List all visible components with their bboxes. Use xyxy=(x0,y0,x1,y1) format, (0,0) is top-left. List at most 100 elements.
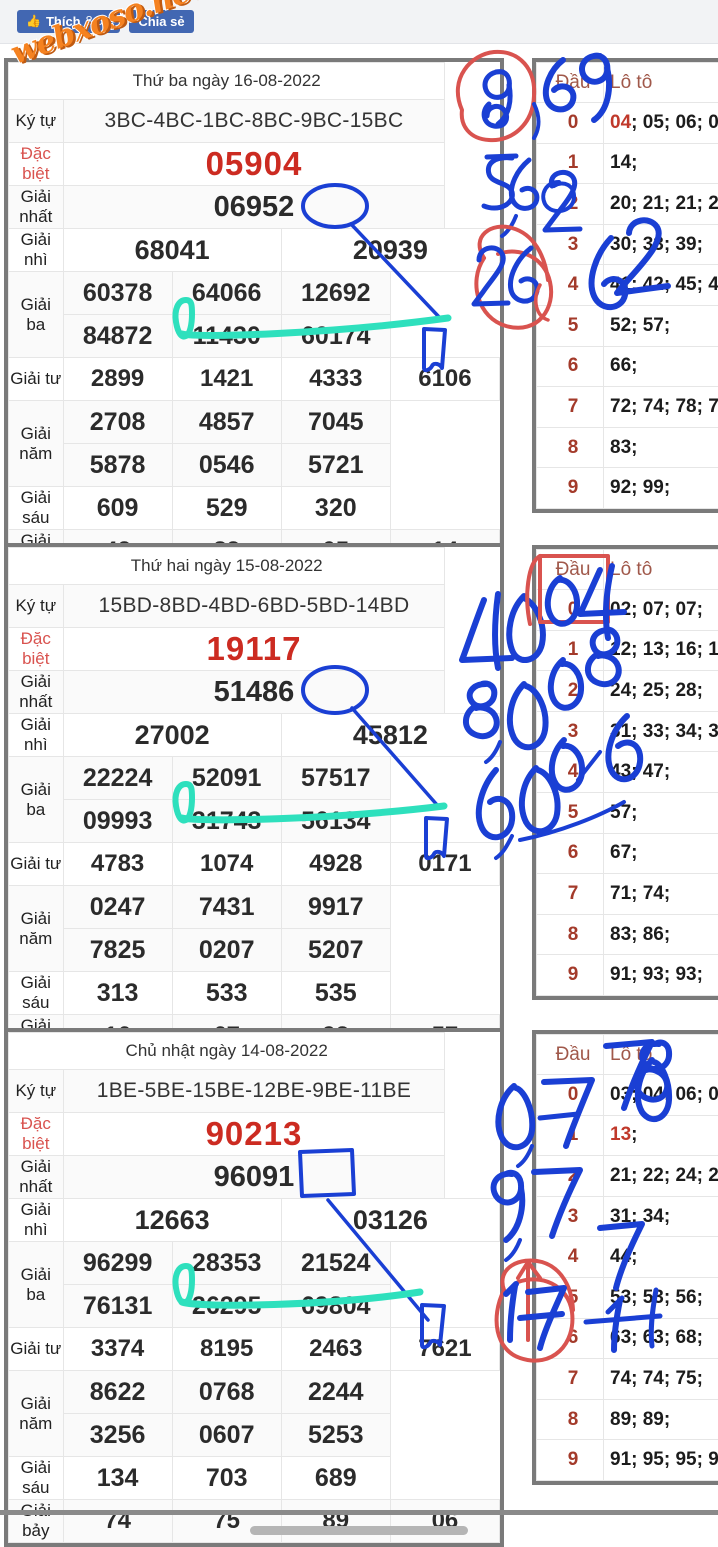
table-row: Thứ hai ngày 15-08-2022 xyxy=(9,548,500,585)
row-label-giaitu: Giải tư xyxy=(9,843,64,886)
loto-header-loto: Lô tô xyxy=(604,1035,718,1075)
giaiba-value: 84872 xyxy=(63,315,172,358)
kytu-value: 1BE-5BE-15BE-12BE-9BE-11BE xyxy=(63,1070,445,1113)
loto-row: 112; 13; 16; 1 xyxy=(537,630,718,671)
loto-row: 331; 33; 34; 3 xyxy=(537,711,718,752)
row-label-giainam: Giải năm xyxy=(9,1371,64,1457)
table-row: Giải tư2899142143336106 xyxy=(9,358,500,401)
loto-values: 71; 74; xyxy=(604,874,718,915)
row-label-giaisau: Giải sáu xyxy=(9,1457,64,1500)
loto-values: 41; 42; 45; 4 xyxy=(604,265,718,306)
giaibay-value: 75 xyxy=(172,1500,281,1543)
table-row: Thứ ba ngày 16-08-2022 xyxy=(9,63,500,100)
giaisau-value: 313 xyxy=(63,972,172,1015)
giaiba-value: 12692 xyxy=(281,272,390,315)
loto-row: 002; 07; 07; xyxy=(537,590,718,631)
giainam-value: 7045 xyxy=(281,401,390,444)
table-row: 325606075253 xyxy=(9,1414,500,1457)
horizontal-scrollbar-thumb[interactable] xyxy=(250,1526,468,1535)
giaiba-value: 52091 xyxy=(172,757,281,800)
giainhi-value: 68041 xyxy=(63,229,281,272)
loto-header-dau: Đầu xyxy=(537,550,604,590)
loto-values: 67; xyxy=(604,833,718,874)
table-row: Ký tự3BC-4BC-1BC-8BC-9BC-15BC xyxy=(9,100,500,143)
row-label-giainam: Giải năm xyxy=(9,886,64,972)
giaisau-value: 529 xyxy=(172,487,281,530)
loto-dau: 6 xyxy=(537,1318,604,1359)
thumbs-up-icon: 👍 xyxy=(26,15,41,27)
giaibay-value: 06 xyxy=(390,1500,499,1543)
row-label-giaisau: Giải sáu xyxy=(9,972,64,1015)
loto-row: 553; 53; 56; xyxy=(537,1277,718,1318)
loto-dau: 3 xyxy=(537,1196,604,1237)
table-row: 099933174356134 xyxy=(9,800,500,843)
giaiba-value: 11430 xyxy=(172,315,281,358)
loto-values: 74; 74; 75; xyxy=(604,1359,718,1400)
loto-values: 92; 99; xyxy=(604,468,718,509)
giaibay-value: 89 xyxy=(281,1500,390,1543)
loto-dau: 2 xyxy=(537,1156,604,1197)
loto-table-2: ĐầuLô tô002; 07; 07;112; 13; 16; 1224; 2… xyxy=(532,545,718,1000)
loto-values: 72; 74; 78; 7 xyxy=(604,387,718,428)
row-label-giainhat: Giải nhất xyxy=(9,186,64,229)
row-label-kytu: Ký tự xyxy=(9,585,64,628)
loto-row: 220; 21; 21; 2 xyxy=(537,184,718,225)
giaitu-value: 1421 xyxy=(172,358,281,401)
giaiba-value: 60174 xyxy=(281,315,390,358)
table-row: Giải bảy74758906 xyxy=(9,1500,500,1543)
loto-values: 66; xyxy=(604,346,718,387)
row-label-giaiba: Giải ba xyxy=(9,1242,64,1328)
giainam-value: 5878 xyxy=(63,444,172,487)
row-label-giainhi: Giải nhì xyxy=(9,714,64,757)
loto-row: 443; 47; xyxy=(537,752,718,793)
loto-row: 552; 57; xyxy=(537,305,718,346)
giainam-value: 0546 xyxy=(172,444,281,487)
facebook-share-button[interactable]: Chia sẻ xyxy=(129,10,193,33)
row-label-giaitu: Giải tư xyxy=(9,358,64,401)
loto-dau: 6 xyxy=(537,833,604,874)
loto-values: 31; 34; xyxy=(604,1196,718,1237)
facebook-like-button[interactable]: 👍 Thích 8,6K xyxy=(17,10,120,33)
loto-values: 03; 04; 06; 0 xyxy=(604,1075,718,1116)
result-date: Chủ nhật ngày 14-08-2022 xyxy=(9,1033,445,1070)
dacbiet-value: 90213 xyxy=(63,1113,445,1156)
hw-1-flag-b3 xyxy=(506,1284,516,1294)
loto-dau: 9 xyxy=(537,955,604,996)
loto-dau: 7 xyxy=(537,387,604,428)
giainam-value: 0247 xyxy=(63,886,172,929)
loto-row: 004; 05; 06; 0 xyxy=(537,103,718,144)
row-label-giaitu: Giải tư xyxy=(9,1328,64,1371)
loto-row: 667; xyxy=(537,833,718,874)
hw-comma-b3 xyxy=(518,1146,532,1166)
table-row: Giải năm862207682244 xyxy=(9,1371,500,1414)
loto-dau: 5 xyxy=(537,305,604,346)
giaisau-value: 609 xyxy=(63,487,172,530)
row-label-giaibay: Giải bảy xyxy=(9,1500,64,1543)
kytu-value: 3BC-4BC-1BC-8BC-9BC-15BC xyxy=(63,100,445,143)
giaitu-value: 7621 xyxy=(390,1328,499,1371)
loto-values: 89; 89; xyxy=(604,1399,718,1440)
loto-dau: 5 xyxy=(537,1277,604,1318)
giaiba-value: 22224 xyxy=(63,757,172,800)
table-row: Giải nhất51486 xyxy=(9,671,500,714)
giaisau-value: 703 xyxy=(172,1457,281,1500)
giaiba-value: 28353 xyxy=(172,1242,281,1285)
table-row: Giải sáu313533535 xyxy=(9,972,500,1015)
table-row: Đặc biệt19117 xyxy=(9,628,500,671)
like-count: 8,6K xyxy=(86,15,112,28)
loto-values: 91; 95; 95; 9 xyxy=(604,1440,718,1481)
loto-dau: 3 xyxy=(537,224,604,265)
loto-values: 04; 05; 06; 0 xyxy=(604,103,718,144)
table-row: 761312629569804 xyxy=(9,1285,500,1328)
table-row: 848721143060174 xyxy=(9,315,500,358)
loto-row: 991; 95; 95; 9 xyxy=(537,1440,718,1481)
table-row: Ký tự1BE-5BE-15BE-12BE-9BE-11BE xyxy=(9,1070,500,1113)
dacbiet-value: 19117 xyxy=(63,628,445,671)
dacbiet-value: 05904 xyxy=(63,143,445,186)
result-table-2: Thứ hai ngày 15-08-2022Ký tự15BD-8BD-4BD… xyxy=(4,543,504,1062)
loto-row: 663; 63; 68; xyxy=(537,1318,718,1359)
giainam-value: 5253 xyxy=(281,1414,390,1457)
hw-comma-b1 xyxy=(502,216,516,236)
loto-values: 53; 53; 56; xyxy=(604,1277,718,1318)
loto-row: 114; xyxy=(537,143,718,184)
